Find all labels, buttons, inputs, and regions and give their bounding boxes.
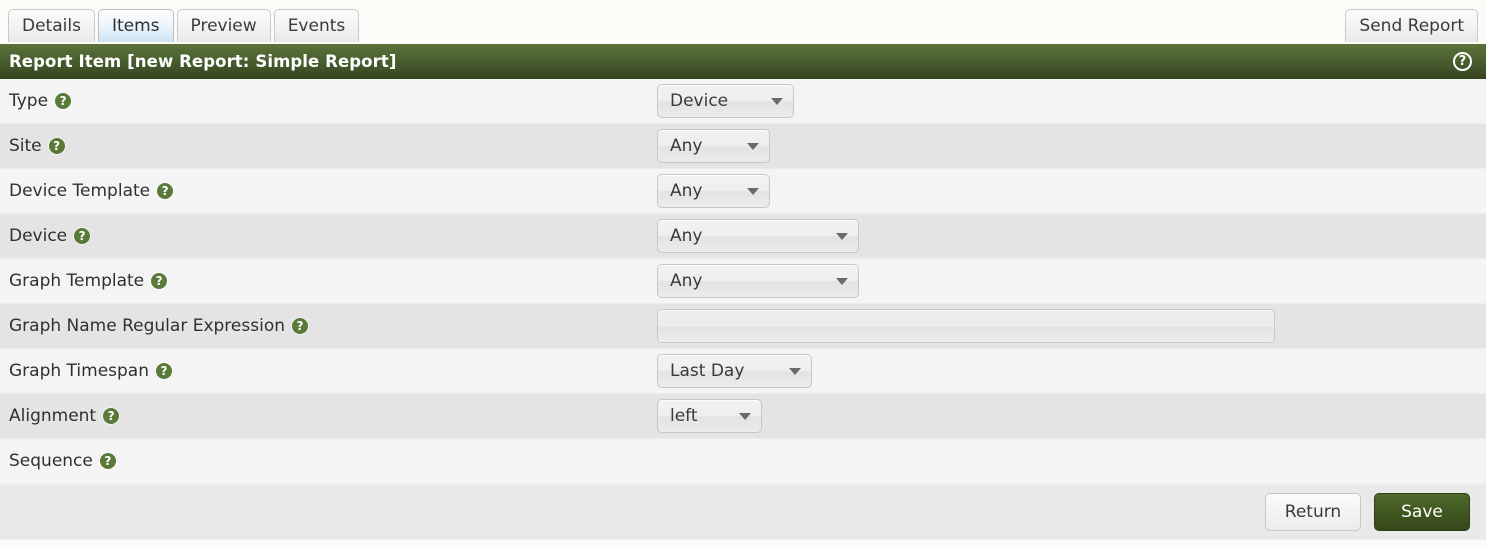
tab-label: Events [287, 16, 346, 36]
help-icon-device[interactable]: ? [74, 228, 91, 244]
select-graph-template[interactable]: Any [657, 264, 859, 298]
select-value: Any [670, 181, 703, 201]
page-title: Report Item [new Report: Simple Report] [9, 52, 397, 71]
return-button[interactable]: Return [1265, 493, 1361, 531]
form-row-graph-template: Graph Template? Any [0, 259, 1486, 304]
select-value: Last Day [670, 361, 745, 381]
help-icon-graph-template[interactable]: ? [151, 273, 168, 289]
field-control-graph-template: Any [657, 264, 1486, 298]
form-row-type: Type? Device [0, 79, 1486, 124]
tab-preview[interactable]: Preview [176, 9, 271, 42]
select-value: Any [670, 226, 703, 246]
label-text: Site [9, 136, 42, 156]
form-row-alignment: Alignment? left [0, 394, 1486, 439]
tab-list: Details Items Preview Events [8, 9, 360, 44]
form-row-device-template: Device Template? Any [0, 169, 1486, 214]
field-label-graph-template: Graph Template? [9, 271, 657, 291]
tab-label: Items [111, 16, 160, 36]
field-label-device: Device? [9, 226, 657, 246]
label-text: Type [9, 91, 49, 111]
save-label: Save [1401, 502, 1443, 522]
select-device[interactable]: Any [657, 219, 859, 253]
form-row-sequence: Sequence? [0, 439, 1486, 484]
chevron-down-icon [771, 97, 783, 105]
field-label-graph-name-regex: Graph Name Regular Expression? [9, 316, 657, 336]
label-text: Alignment [9, 406, 97, 426]
field-control-type: Device [657, 84, 1486, 118]
form-row-site: Site? Any [0, 124, 1486, 169]
select-alignment[interactable]: left [657, 399, 762, 433]
form-row-graph-name-regex: Graph Name Regular Expression? [0, 304, 1486, 349]
tab-label: Preview [190, 16, 257, 36]
help-icon-sequence[interactable]: ? [99, 453, 116, 469]
question-circle-icon[interactable]: ? [1453, 52, 1472, 71]
label-text: Graph Timespan [9, 361, 149, 381]
field-label-type: Type? [9, 91, 657, 111]
return-label: Return [1284, 502, 1342, 522]
tab-details[interactable]: Details [8, 9, 95, 42]
chevron-down-icon [739, 412, 751, 420]
select-value: Any [670, 271, 703, 291]
chevron-down-icon [747, 187, 759, 195]
chevron-down-icon [747, 142, 759, 150]
form-actions: Return Save [0, 484, 1486, 540]
help-icon-site[interactable]: ? [48, 138, 65, 154]
chevron-down-icon [789, 367, 801, 375]
help-icon-graph-timespan[interactable]: ? [156, 363, 172, 379]
select-value: Any [670, 136, 703, 156]
help-icon-type[interactable]: ? [55, 93, 72, 109]
select-device-template[interactable]: Any [657, 174, 770, 208]
select-value: Device [670, 91, 729, 111]
panel-header: Report Item [new Report: Simple Report] … [0, 44, 1486, 79]
form-row-graph-timespan: Graph Timespan? Last Day [0, 349, 1486, 394]
select-type[interactable]: Device [657, 84, 794, 118]
field-label-site: Site? [9, 136, 657, 156]
chevron-down-icon [836, 277, 848, 285]
field-control-site: Any [657, 129, 1486, 163]
send-report-label: Send Report [1359, 16, 1464, 36]
label-text: Graph Name Regular Expression [9, 316, 285, 336]
field-control-device-template: Any [657, 174, 1486, 208]
select-site[interactable]: Any [657, 129, 770, 163]
input-graph-name-regex[interactable] [657, 309, 1275, 343]
field-label-alignment: Alignment? [9, 406, 657, 426]
field-control-graph-name-regex [657, 309, 1486, 343]
report-item-page: Details Items Preview Events Send Report Re… [0, 0, 1486, 546]
select-graph-timespan[interactable]: Last Day [657, 354, 812, 388]
label-text: Sequence [9, 451, 93, 471]
select-value: left [670, 406, 698, 426]
tab-label: Details [22, 16, 81, 36]
form-row-device: Device? Any [0, 214, 1486, 259]
tab-events[interactable]: Events [273, 9, 360, 42]
label-text: Graph Template [9, 271, 145, 291]
field-label-device-template: Device Template? [9, 181, 657, 201]
help-icon-alignment[interactable]: ? [103, 408, 120, 424]
label-text: Device Template [9, 181, 151, 201]
help-icon-graph-name-regex[interactable]: ? [292, 318, 308, 334]
tab-bar: Details Items Preview Events Send Report [0, 0, 1486, 44]
field-label-sequence: Sequence? [9, 451, 657, 471]
field-control-graph-timespan: Last Day [657, 354, 1486, 388]
label-text: Device [9, 226, 68, 246]
tab-items[interactable]: Items [97, 9, 174, 42]
form-rows: Type? Device Site? Any Device Template? Any De… [0, 79, 1486, 484]
field-control-alignment: left [657, 399, 1486, 433]
field-control-device: Any [657, 219, 1486, 253]
help-icon-device-template[interactable]: ? [157, 183, 174, 199]
field-label-graph-timespan: Graph Timespan? [9, 361, 657, 381]
chevron-down-icon [836, 232, 848, 240]
send-report-button[interactable]: Send Report [1345, 9, 1478, 42]
save-button[interactable]: Save [1374, 493, 1470, 531]
